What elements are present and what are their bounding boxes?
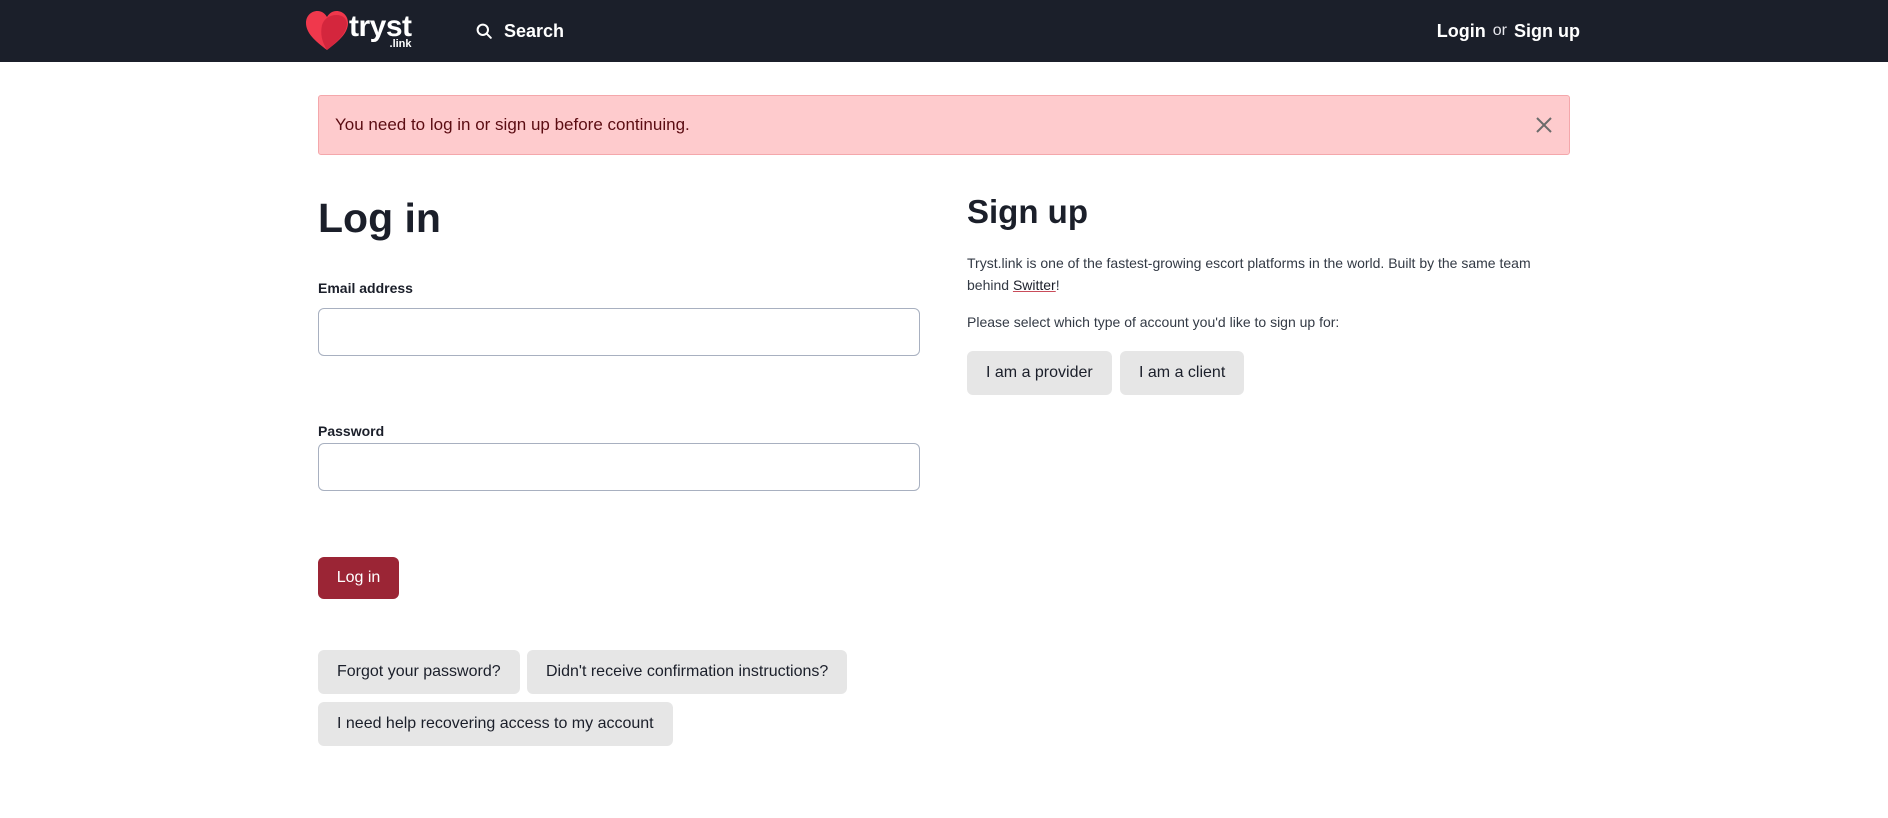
close-icon[interactable] xyxy=(1533,114,1555,136)
alert-message: You need to log in or sign up before con… xyxy=(335,115,690,134)
email-field[interactable] xyxy=(318,308,920,356)
password-field[interactable] xyxy=(318,443,920,491)
password-label: Password xyxy=(318,423,385,439)
search-icon xyxy=(476,23,492,39)
logo-sub: .link xyxy=(389,38,412,50)
search-link[interactable]: Search xyxy=(476,18,564,44)
recover-access-button[interactable]: I need help recovering access to my acco… xyxy=(318,702,673,746)
email-label: Email address xyxy=(318,280,413,296)
signup-link[interactable]: Sign up xyxy=(1514,21,1580,42)
client-signup-button[interactable]: I am a client xyxy=(1120,351,1245,395)
search-label: Search xyxy=(504,20,565,41)
signup-desc-end: ! xyxy=(1055,277,1060,293)
tryst-logo[interactable]: tryst .link xyxy=(305,10,412,52)
provider-signup-button[interactable]: I am a provider xyxy=(967,351,1112,395)
signup-title: Sign up xyxy=(967,193,1088,230)
auth-links: Login or Sign up xyxy=(1437,18,1580,44)
login-section: Log in Email address Password Log in For… xyxy=(318,190,920,746)
logo-wordmark: tryst .link xyxy=(349,10,412,51)
forgot-password-button[interactable]: Forgot your password? xyxy=(318,650,520,694)
heart-logo-icon xyxy=(306,11,348,50)
login-link[interactable]: Login xyxy=(1437,21,1486,42)
signup-description: Tryst.link is one of the fastest-growing… xyxy=(967,252,1557,296)
login-title: Log in xyxy=(318,195,441,241)
switter-link[interactable]: Switter xyxy=(1013,277,1056,293)
signup-prompt: Please select which type of account you'… xyxy=(967,314,1340,330)
top-navbar: tryst .link Search Login or Sign up xyxy=(0,0,1888,62)
or-text: or xyxy=(1492,22,1507,39)
login-required-alert: You need to log in or sign up before con… xyxy=(318,95,1570,155)
signup-section: Sign up Tryst.link is one of the fastest… xyxy=(967,190,1570,395)
login-submit-button[interactable]: Log in xyxy=(318,557,399,599)
confirmation-instructions-button[interactable]: Didn't receive confirmation instructions… xyxy=(527,650,848,694)
